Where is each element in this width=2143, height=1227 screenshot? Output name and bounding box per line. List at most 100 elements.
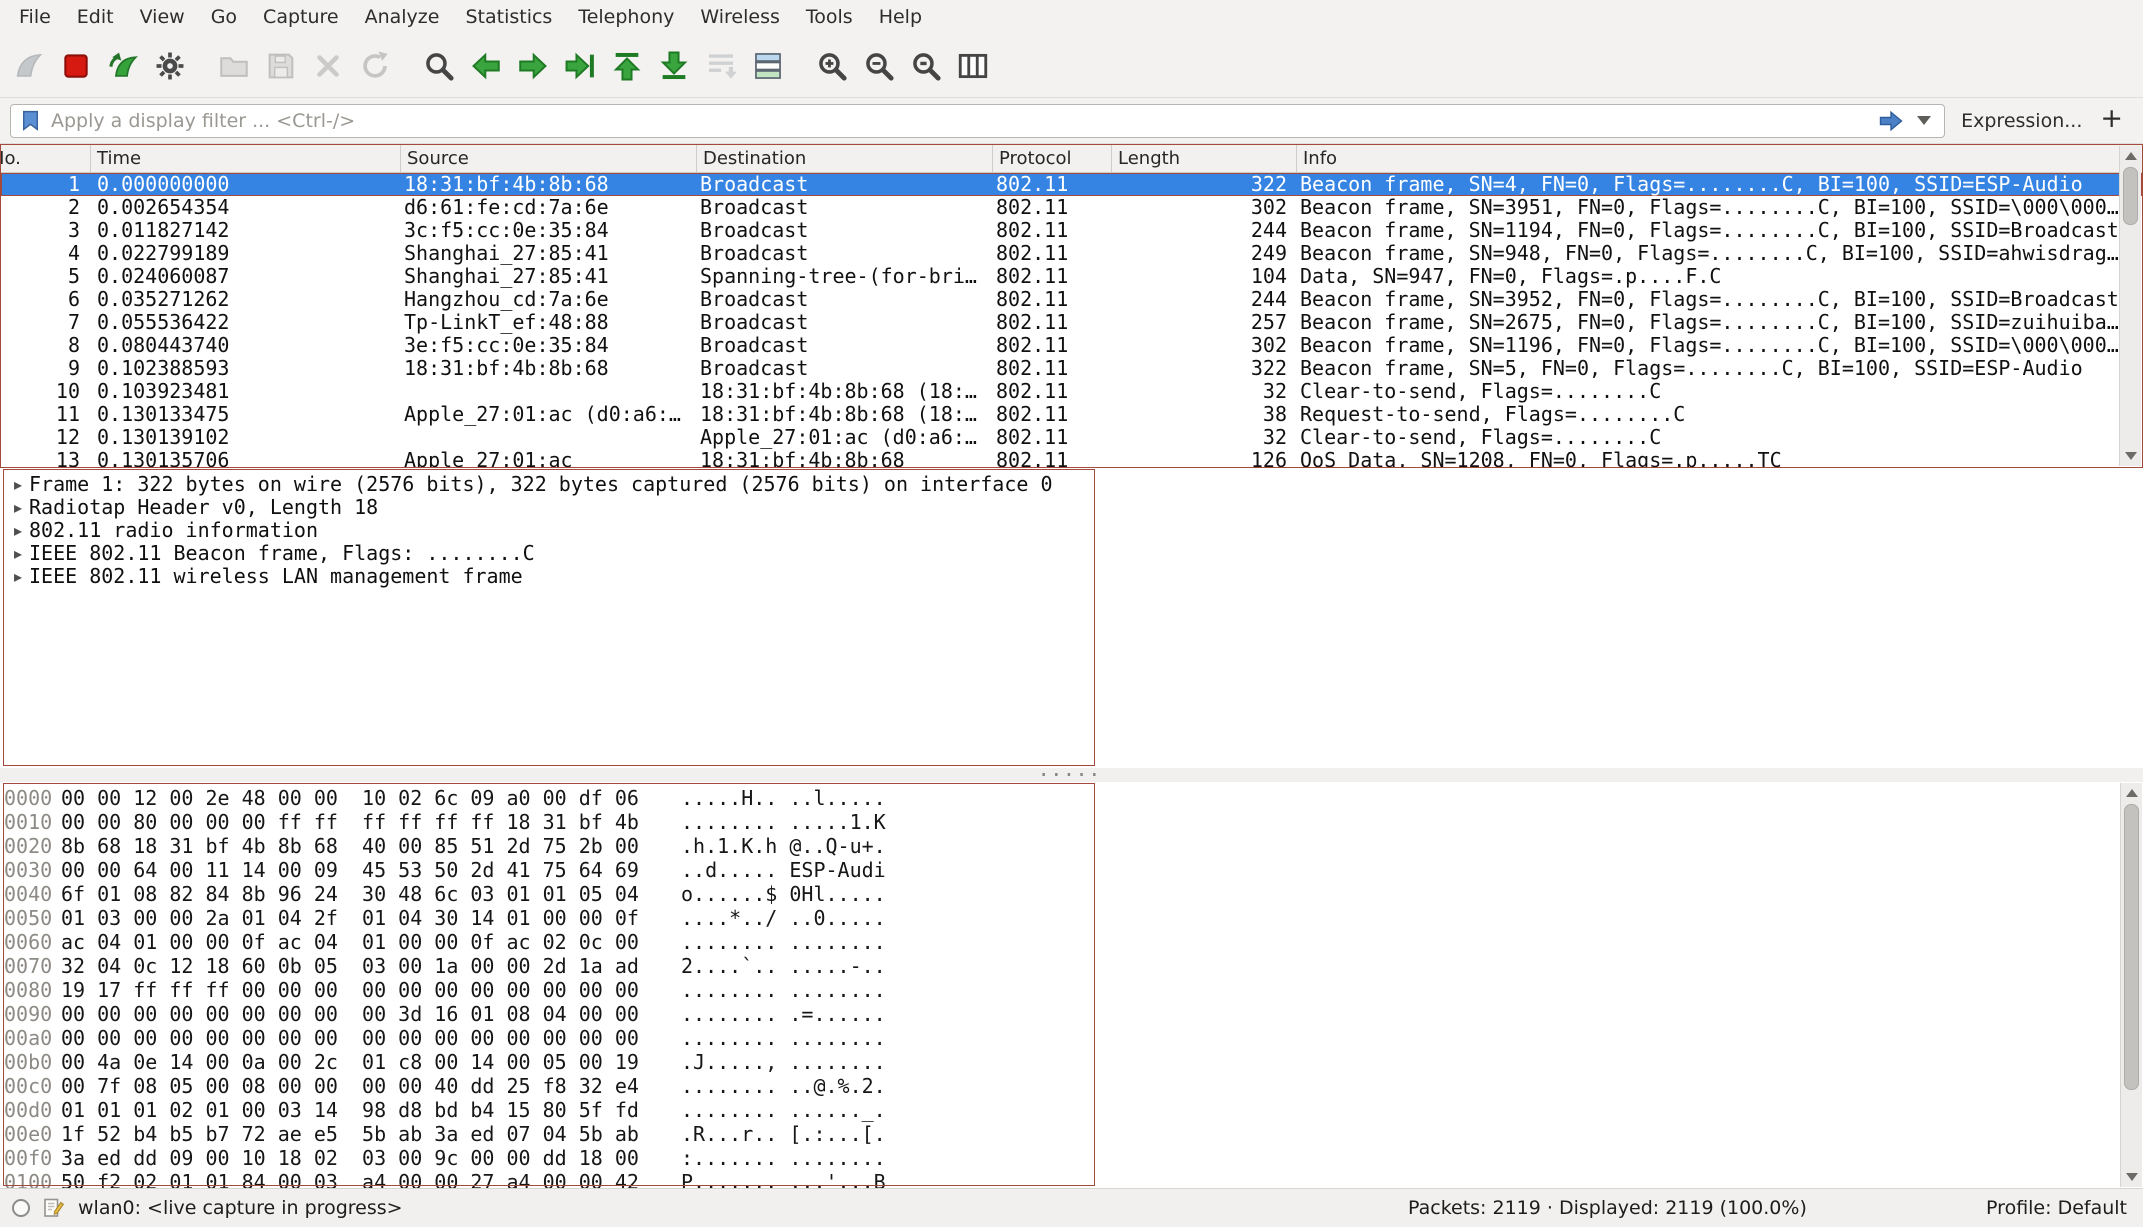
detail-row[interactable]: IEEE 802.11 Beacon frame, Flags: .......… xyxy=(0,542,2143,565)
profile-button[interactable]: Profile: Default xyxy=(1986,1197,2127,1219)
hex-bytes[interactable]: 00 00 12 00 2e 48 00 00 10 02 6c 09 a0 0… xyxy=(61,786,681,810)
hex-ascii[interactable]: ....*../ ..0..... xyxy=(681,906,886,930)
hex-bytes[interactable]: 01 03 00 00 2a 01 04 2f 01 04 30 14 01 0… xyxy=(61,906,681,930)
hex-ascii[interactable]: ........ ..@.%.2. xyxy=(681,1074,886,1098)
hex-ascii[interactable]: .....H.. ..l..... xyxy=(681,786,886,810)
menu-file[interactable]: File xyxy=(6,0,64,34)
column-header-protocol[interactable]: Protocol xyxy=(993,145,1112,172)
hex-bytes[interactable]: 00 00 80 00 00 00 ff ff ff ff ff ff 18 3… xyxy=(61,810,681,834)
hex-row[interactable]: 00b000 4a 0e 14 00 0a 00 2c 01 c8 00 14 … xyxy=(0,1050,2143,1074)
expander-icon[interactable] xyxy=(7,473,29,496)
hex-bytes[interactable]: 32 04 0c 12 18 60 0b 05 03 00 1a 00 00 2… xyxy=(61,954,681,978)
hex-row[interactable]: 0060ac 04 01 00 00 0f ac 04 01 00 00 0f … xyxy=(0,930,2143,954)
hex-ascii[interactable]: :....... ........ xyxy=(681,1146,886,1170)
hex-bytes[interactable]: 8b 68 18 31 bf 4b 8b 68 40 00 85 51 2d 7… xyxy=(61,834,681,858)
scroll-up-button[interactable] xyxy=(2121,783,2142,803)
display-filter-input[interactable] xyxy=(43,110,1877,132)
hex-ascii[interactable]: P....... ...'...B xyxy=(681,1170,886,1188)
packet-list-scrollbar[interactable] xyxy=(2119,146,2141,466)
detail-row[interactable]: Frame 1: 322 bytes on wire (2576 bits), … xyxy=(0,473,2143,496)
column-header-time[interactable]: Time xyxy=(91,145,401,172)
hex-ascii[interactable]: ........ ........ xyxy=(681,1026,886,1050)
menu-go[interactable]: Go xyxy=(198,0,250,34)
hex-bytes[interactable]: 00 00 00 00 00 00 00 00 00 3d 16 01 08 0… xyxy=(61,1002,681,1026)
menu-tools[interactable]: Tools xyxy=(793,0,866,34)
column-header-destination[interactable]: Destination xyxy=(697,145,993,172)
menu-edit[interactable]: Edit xyxy=(64,0,127,34)
hex-bytes[interactable]: 00 4a 0e 14 00 0a 00 2c 01 c8 00 14 00 0… xyxy=(61,1050,681,1074)
packet-row[interactable]: 10.00000000018:31:bf:4b:8b:68Broadcast80… xyxy=(1,173,2142,196)
hex-row[interactable]: 000000 00 12 00 2e 48 00 00 10 02 6c 09 … xyxy=(0,786,2143,810)
hex-bytes[interactable]: 00 7f 08 05 00 08 00 00 00 00 40 dd 25 f… xyxy=(61,1074,681,1098)
packet-row[interactable]: 120.130139102Apple_27:01:ac (d0:a6:…802.… xyxy=(1,426,2142,449)
hex-ascii[interactable]: ........ ........ xyxy=(681,930,886,954)
filter-bookmark-icon[interactable] xyxy=(18,108,43,133)
zoom-reset-icon[interactable] xyxy=(902,40,949,92)
capture-comment-icon[interactable] xyxy=(42,1196,66,1220)
hex-row[interactable]: 005001 03 00 00 2a 01 04 2f 01 04 30 14 … xyxy=(0,906,2143,930)
expander-icon[interactable] xyxy=(7,519,29,542)
display-filter-field[interactable] xyxy=(10,104,1945,138)
colorize-icon[interactable] xyxy=(744,40,791,92)
expander-icon[interactable] xyxy=(7,496,29,519)
hex-row[interactable]: 00e01f 52 b4 b5 b7 72 ae e5 5b ab 3a ed … xyxy=(0,1122,2143,1146)
menu-view[interactable]: View xyxy=(127,0,198,34)
pane-splitter[interactable] xyxy=(0,768,2143,782)
hex-bytes[interactable]: 00 00 64 00 11 14 00 09 45 53 50 2d 41 7… xyxy=(61,858,681,882)
hex-row[interactable]: 00f03a ed dd 09 00 10 18 02 03 00 9c 00 … xyxy=(0,1146,2143,1170)
packet-row[interactable]: 90.10238859318:31:bf:4b:8b:68Broadcast80… xyxy=(1,357,2142,380)
packet-row[interactable]: 100.10392348118:31:bf:4b:8b:68 (18:…802.… xyxy=(1,380,2142,403)
packet-row[interactable]: 50.024060087Shanghai_27:85:41Spanning-tr… xyxy=(1,265,2142,288)
packet-row[interactable]: 40.022799189Shanghai_27:85:41Broadcast80… xyxy=(1,242,2142,265)
hex-ascii[interactable]: ........ ......_. xyxy=(681,1098,886,1122)
column-header-info[interactable]: Info xyxy=(1297,145,2119,172)
packet-bytes-scrollbar[interactable] xyxy=(2120,783,2142,1187)
hex-bytes[interactable]: 3a ed dd 09 00 10 18 02 03 00 9c 00 00 d… xyxy=(61,1146,681,1170)
column-header-source[interactable]: Source xyxy=(401,145,697,172)
packet-row[interactable]: 70.055536422Tp-LinkT_ef:48:88Broadcast80… xyxy=(1,311,2142,334)
hex-ascii[interactable]: 2....`.. .....-.. xyxy=(681,954,886,978)
hex-row[interactable]: 003000 00 64 00 11 14 00 09 45 53 50 2d … xyxy=(0,858,2143,882)
hex-row[interactable]: 010050 f2 02 01 01 84 00 03 a4 00 00 27 … xyxy=(0,1170,2143,1188)
hex-ascii[interactable]: ........ .....1.K xyxy=(681,810,886,834)
hex-bytes[interactable]: 00 00 00 00 00 00 00 00 00 00 00 00 00 0… xyxy=(61,1026,681,1050)
go-back-icon[interactable] xyxy=(462,40,509,92)
hex-row[interactable]: 00208b 68 18 31 bf 4b 8b 68 40 00 85 51 … xyxy=(0,834,2143,858)
scrollbar-thumb[interactable] xyxy=(2123,167,2138,225)
menu-capture[interactable]: Capture xyxy=(250,0,352,34)
go-forward-icon[interactable] xyxy=(509,40,556,92)
hex-row[interactable]: 008019 17 ff ff ff 00 00 00 00 00 00 00 … xyxy=(0,978,2143,1002)
hex-bytes[interactable]: ac 04 01 00 00 0f ac 04 01 00 00 0f ac 0… xyxy=(61,930,681,954)
detail-row[interactable]: IEEE 802.11 wireless LAN management fram… xyxy=(0,565,2143,588)
menu-analyze[interactable]: Analyze xyxy=(352,0,453,34)
expander-icon[interactable] xyxy=(7,565,29,588)
hex-row[interactable]: 00c000 7f 08 05 00 08 00 00 00 00 40 dd … xyxy=(0,1074,2143,1098)
hex-bytes[interactable]: 19 17 ff ff ff 00 00 00 00 00 00 00 00 0… xyxy=(61,978,681,1002)
filter-add-button[interactable]: + xyxy=(2098,104,2133,138)
expression-button[interactable]: Expression... xyxy=(1961,110,2082,132)
menu-statistics[interactable]: Statistics xyxy=(452,0,565,34)
scroll-up-button[interactable] xyxy=(2120,146,2141,166)
zoom-out-icon[interactable] xyxy=(855,40,902,92)
expander-icon[interactable] xyxy=(7,542,29,565)
filter-dropdown-caret-icon[interactable] xyxy=(1917,116,1931,125)
packet-row[interactable]: 80.0804437403e:f5:cc:0e:35:84Broadcast80… xyxy=(1,334,2142,357)
go-first-icon[interactable] xyxy=(603,40,650,92)
packet-row[interactable]: 20.002654354d6:61:fe:cd:7a:6eBroadcast80… xyxy=(1,196,2142,219)
filter-apply-button[interactable] xyxy=(1877,107,1905,135)
expert-info-icon[interactable] xyxy=(12,1199,30,1217)
hex-bytes[interactable]: 1f 52 b4 b5 b7 72 ae e5 5b ab 3a ed 07 0… xyxy=(61,1122,681,1146)
go-last-icon[interactable] xyxy=(650,40,697,92)
capture-stop-icon[interactable] xyxy=(52,40,99,92)
packet-row[interactable]: 130.130135706Apple_27:01:ac18:31:bf:4b:8… xyxy=(1,449,2142,467)
column-header-length[interactable]: Length xyxy=(1112,145,1297,172)
capture-restart-icon[interactable] xyxy=(99,40,146,92)
menu-wireless[interactable]: Wireless xyxy=(687,0,793,34)
hex-ascii[interactable]: .J....., ........ xyxy=(681,1050,886,1074)
scrollbar-thumb[interactable] xyxy=(2124,804,2139,1090)
hex-ascii[interactable]: .h.1.K.h @..Q-u+. xyxy=(681,834,886,858)
packet-row[interactable]: 60.035271262Hangzhou_cd:7a:6eBroadcast80… xyxy=(1,288,2142,311)
hex-bytes[interactable]: 01 01 01 02 01 00 03 14 98 d8 bd b4 15 8… xyxy=(61,1098,681,1122)
hex-ascii[interactable]: o......$ 0Hl..... xyxy=(681,882,886,906)
detail-row[interactable]: 802.11 radio information xyxy=(0,519,2143,542)
